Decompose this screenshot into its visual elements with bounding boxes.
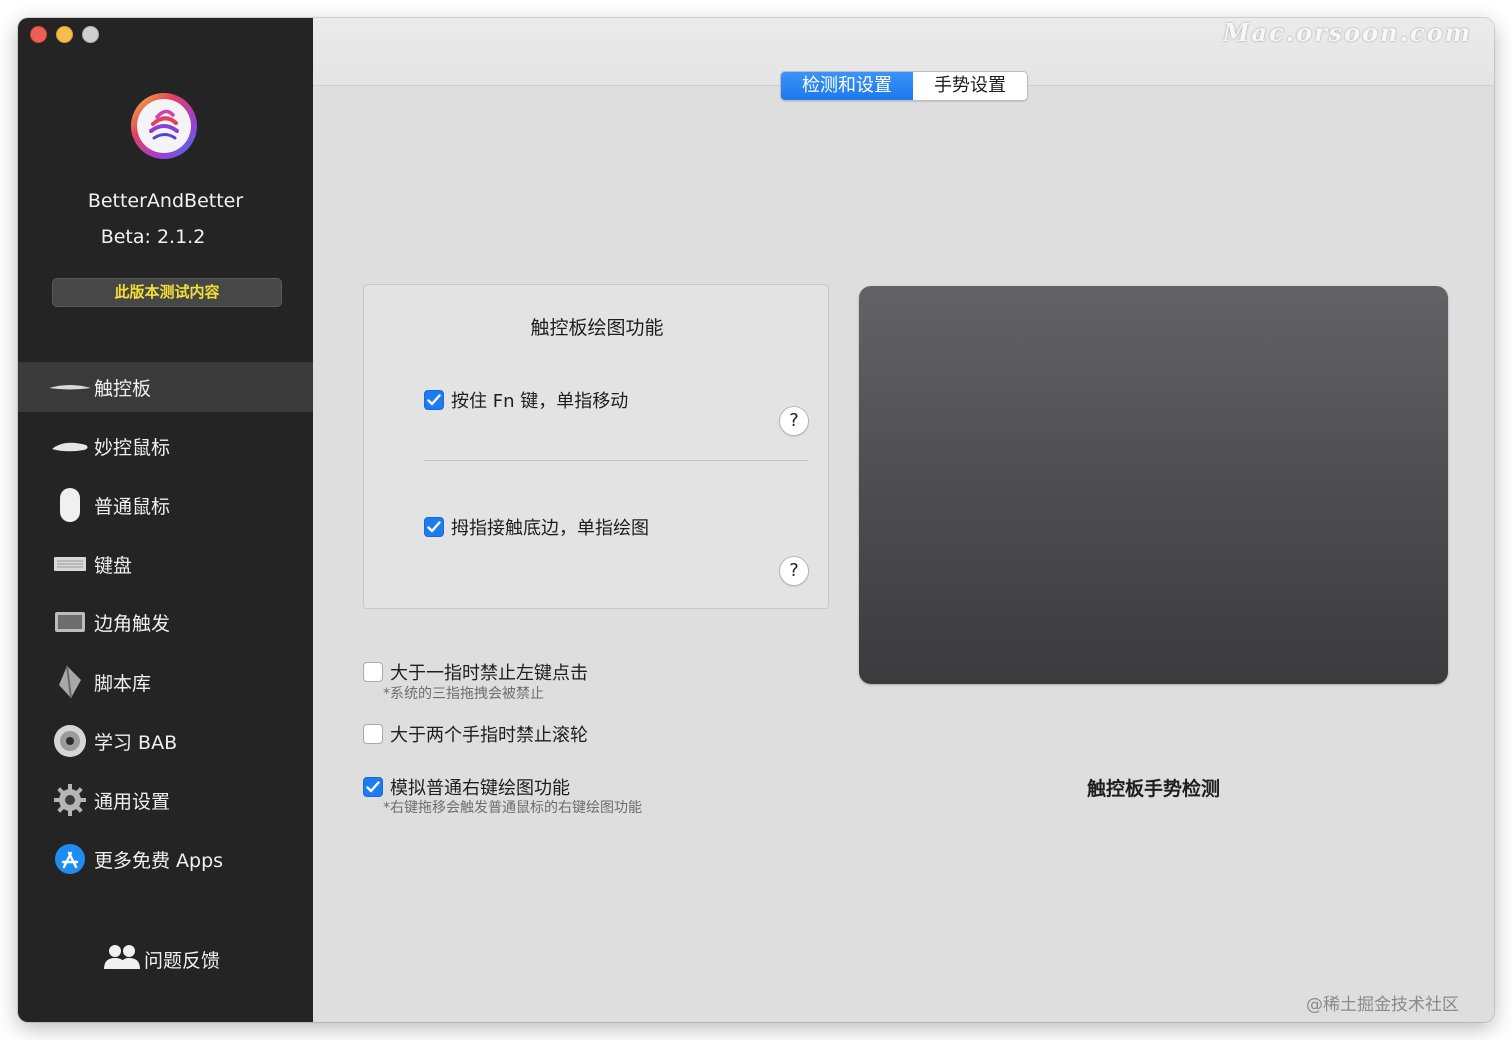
sidebar-item-label: 学习 BAB [94, 731, 178, 754]
sidebar-item-keyboard[interactable]: 键盘 [18, 539, 313, 589]
main-content: Mac.orsoon.com 检测和设置 手势设置 触控板绘图功能 按住 Fn … [313, 18, 1494, 1022]
disable-scroll-option[interactable]: 大于两个手指时禁止滚轮 [363, 721, 588, 747]
fn-move-label: 按住 Fn 键，单指移动 [451, 391, 629, 412]
fn-move-checkbox[interactable] [424, 390, 444, 410]
sidebar-item-general-settings[interactable]: 通用设置 [18, 775, 313, 825]
sidebar-item-magic-mouse[interactable]: 妙控鼠标 [18, 421, 313, 471]
app-name: BetterAndBetter [87, 190, 244, 212]
disable-left-click-checkbox[interactable] [363, 662, 383, 682]
minimize-button[interactable] [56, 26, 73, 43]
feedback-label: 问题反馈 [144, 950, 221, 972]
sidebar-item-more-apps[interactable]: 更多免费 Apps [18, 834, 313, 884]
close-button[interactable] [30, 26, 47, 43]
sidebar-item-label: 脚本库 [94, 672, 152, 695]
footer-watermark: @稀土掘金技术社区 [1306, 995, 1459, 1015]
keyboard-icon [48, 544, 92, 584]
script-icon [48, 662, 92, 702]
disable-scroll-label: 大于两个手指时禁止滚轮 [390, 725, 588, 746]
help-button[interactable]: ? [779, 556, 809, 586]
window-controls [30, 26, 99, 43]
sidebar-item-label: 通用设置 [94, 790, 171, 813]
help-button[interactable]: ? [779, 406, 809, 436]
gear-icon [48, 780, 92, 820]
thumb-draw-option[interactable]: 拇指接触底边，单指绘图 [424, 514, 649, 540]
trackpad-detection-area[interactable] [859, 286, 1448, 684]
corner-trigger-icon [48, 602, 92, 642]
watermark: Mac.orsoon.com [1222, 18, 1472, 47]
sidebar-item-label: 键盘 [94, 554, 133, 577]
app-window: BetterAndBetter Beta: 2.1.2 此版本测试内容 触控板 … [18, 18, 1494, 1022]
disable-left-click-option[interactable]: 大于一指时禁止左键点击 [363, 659, 588, 685]
sidebar-item-label: 妙控鼠标 [94, 436, 171, 459]
tab-gesture-settings[interactable]: 手势设置 [913, 72, 1027, 100]
people-icon [104, 944, 140, 975]
divider [424, 460, 808, 461]
thumb-draw-checkbox[interactable] [424, 517, 444, 537]
trackpad-label: 触控板手势检测 [1086, 778, 1220, 800]
tab-bar: 检测和设置 手势设置 [780, 71, 1028, 101]
fn-move-option[interactable]: 按住 Fn 键，单指移动 [424, 387, 628, 413]
magic-mouse-icon [48, 426, 92, 466]
trackpad-icon [48, 367, 92, 407]
right-click-draw-note: *右键拖移会触发普通鼠标的右键绘图功能 [383, 800, 642, 816]
thumb-draw-label: 拇指接触底边，单指绘图 [451, 518, 649, 539]
sidebar-item-label: 触控板 [94, 377, 152, 400]
sidebar-item-label: 普通鼠标 [94, 495, 171, 518]
disable-left-click-label: 大于一指时禁止左键点击 [390, 663, 588, 684]
mouse-icon [48, 485, 92, 525]
app-store-icon [48, 839, 92, 879]
zoom-button[interactable] [82, 26, 99, 43]
drawing-panel: 触控板绘图功能 按住 Fn 键，单指移动 ? 拇指接触底边，单指绘图 ? [363, 284, 829, 609]
sidebar-item-mouse[interactable]: 普通鼠标 [18, 480, 313, 530]
sidebar: BetterAndBetter Beta: 2.1.2 此版本测试内容 触控板 … [18, 18, 313, 1022]
disable-scroll-checkbox[interactable] [363, 724, 383, 744]
right-click-draw-checkbox[interactable] [363, 777, 383, 797]
disable-left-click-note: *系统的三指拖拽会被禁止 [383, 686, 544, 702]
feedback-button[interactable]: 问题反馈 [104, 944, 220, 975]
beta-content-button[interactable]: 此版本测试内容 [52, 278, 282, 307]
sidebar-item-scripts[interactable]: 脚本库 [18, 657, 313, 707]
app-version: Beta: 2.1.2 [100, 226, 206, 248]
sidebar-item-label: 更多免费 Apps [94, 849, 224, 872]
disc-icon [48, 721, 92, 761]
sidebar-item-label: 边角触发 [94, 612, 171, 635]
panel-title: 触控板绘图功能 [530, 317, 664, 339]
sidebar-item-corner-trigger[interactable]: 边角触发 [18, 597, 313, 647]
app-logo-icon [129, 91, 199, 161]
sidebar-item-trackpad[interactable]: 触控板 [18, 362, 313, 412]
tab-detect-settings[interactable]: 检测和设置 [781, 72, 913, 100]
sidebar-item-learn[interactable]: 学习 BAB [18, 716, 313, 766]
